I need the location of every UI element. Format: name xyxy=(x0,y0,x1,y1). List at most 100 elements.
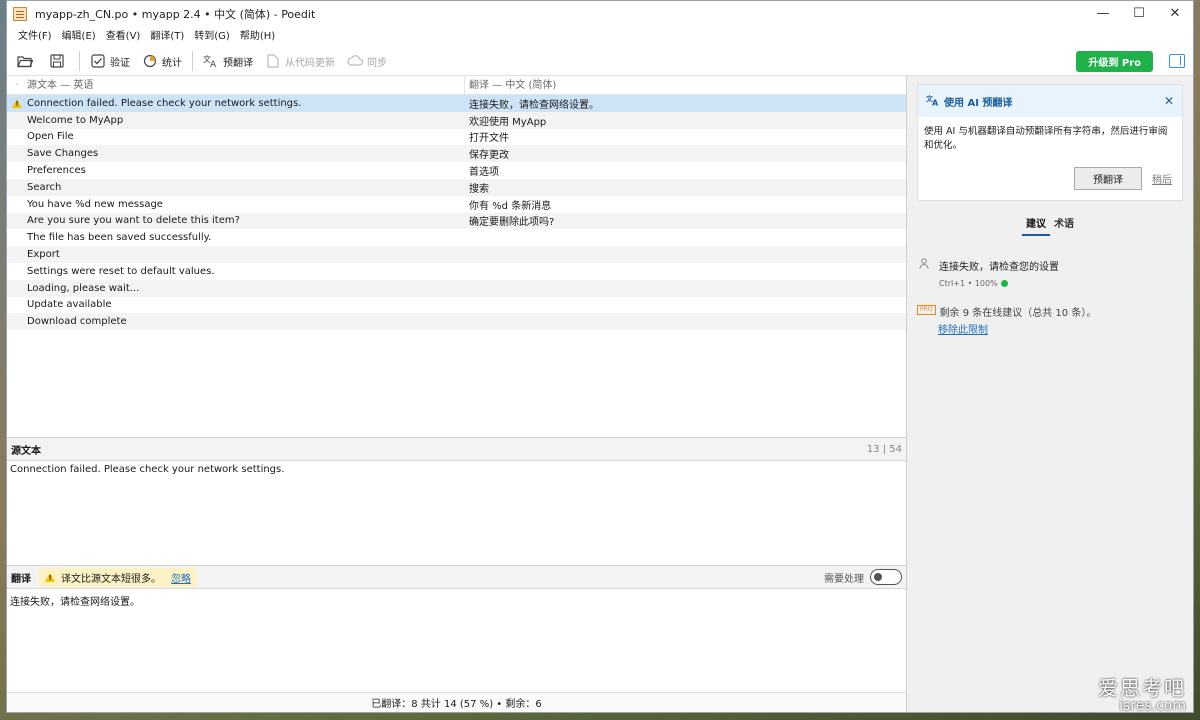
menu-edit[interactable]: 编辑(E) xyxy=(57,26,101,47)
source-panel-header: 源文本 13 | 54 xyxy=(7,437,906,461)
toolbar: 验证 统计 文A 预翻译 从代码更新 同步 升级到 Pro xyxy=(7,47,1193,75)
needs-work-label: 需要处理 xyxy=(824,573,864,585)
statistics-button[interactable]: 统计 xyxy=(136,49,188,73)
translate-icon: 文A xyxy=(203,53,219,69)
maximize-button[interactable]: ☐ xyxy=(1121,1,1157,26)
check-circle-icon xyxy=(1000,280,1008,287)
menu-file[interactable]: 文件(F) xyxy=(13,26,57,47)
row-flag xyxy=(7,98,27,108)
save-icon xyxy=(49,53,65,69)
translate-icon: 文A xyxy=(926,94,940,109)
menu-translate[interactable]: 翻译(T) xyxy=(145,26,189,47)
table-row[interactable]: Export xyxy=(7,246,906,263)
ai-card-title: 使用 AI 预翻译 xyxy=(944,97,1013,109)
table-row[interactable]: Preferences 首选项 xyxy=(7,162,906,179)
table-row[interactable]: Open File 打开文件 xyxy=(7,129,906,146)
sync-button[interactable]: 同步 xyxy=(341,49,393,73)
pie-chart-icon xyxy=(142,53,158,69)
row-source-text: Welcome to MyApp xyxy=(27,114,124,126)
validate-button[interactable]: 验证 xyxy=(84,49,136,73)
needs-work-toggle[interactable] xyxy=(870,569,902,585)
flag-column-header[interactable]: · xyxy=(7,80,27,91)
open-button[interactable] xyxy=(11,49,43,73)
check-square-icon xyxy=(90,53,106,69)
watermark: 爱思考吧 isres.com xyxy=(1098,672,1186,714)
row-source-text: Connection failed. Please check your net… xyxy=(27,97,302,109)
table-row[interactable]: The file has been saved successfully. xyxy=(7,229,906,246)
menu-goto[interactable]: 转到(G) xyxy=(189,26,235,47)
translation-input[interactable]: 连接失败，请检查网络设置。 xyxy=(7,589,906,692)
tab-glossary[interactable]: 术语 xyxy=(1050,215,1078,236)
row-source-text: Are you sure you want to delete this ite… xyxy=(27,215,240,227)
pro-limit-notice: PRO 剩余 9 条在线建议（总共 10 条）。 xyxy=(917,304,1183,319)
menu-help[interactable]: 帮助(H) xyxy=(235,26,280,47)
ai-later-link[interactable]: 稍后 xyxy=(1152,171,1172,186)
ai-card-header: 文A 使用 AI 预翻译 ✕ xyxy=(918,85,1182,117)
tab-suggestions[interactable]: 建议 xyxy=(1022,215,1050,236)
row-translation-text: 搜索 xyxy=(469,183,489,195)
watermark-line1: 爱思考吧 xyxy=(1098,676,1186,700)
suggestion-item[interactable]: 连接失败，请检查您的设置 xyxy=(917,258,1183,273)
table-row[interactable]: Welcome to MyApp 欢迎使用 MyApp xyxy=(7,111,906,129)
statistics-label: 统计 xyxy=(162,57,182,69)
table-row[interactable]: Loading, please wait... xyxy=(7,279,906,297)
app-window: myapp-zh_CN.po • myapp 2.4 • 中文 (简体) - P… xyxy=(6,0,1194,713)
ai-pretranslate-button[interactable]: 预翻译 xyxy=(1074,167,1142,190)
ai-card-description: 使用 AI 与机器翻译自动预翻译所有字符串，然后进行审阅和优化。 xyxy=(924,126,1168,151)
close-icon[interactable]: ✕ xyxy=(1164,94,1174,108)
table-row[interactable]: Save Changes 保存更改 xyxy=(7,145,906,163)
row-source-text: Open File xyxy=(27,131,74,143)
upgrade-to-pro-button[interactable]: 升级到 Pro xyxy=(1076,50,1153,72)
table-row[interactable]: Connection failed. Please check your net… xyxy=(7,95,906,112)
row-translation-text: 连接失败，请检查网络设置。 xyxy=(469,99,599,111)
table-row[interactable]: Settings were reset to default values. xyxy=(7,263,906,280)
menu-view[interactable]: 查看(V) xyxy=(101,26,146,47)
list-rows: Connection failed. Please check your net… xyxy=(7,95,906,331)
validate-label: 验证 xyxy=(110,57,130,69)
editor-pane: · 源文本 — 英语 翻译 — 中文 (简体) Connection faile… xyxy=(7,76,907,712)
main-area: · 源文本 — 英语 翻译 — 中文 (简体) Connection faile… xyxy=(7,75,1193,712)
row-source-text: Download complete xyxy=(27,316,127,328)
warning-icon xyxy=(45,572,55,582)
sidebar-tabs: 建议 术语 xyxy=(917,215,1183,236)
source-text: Connection failed. Please check your net… xyxy=(10,464,285,475)
suggestion-text: 连接失败，请检查您的设置 xyxy=(939,262,1059,273)
row-source-text: Export xyxy=(27,249,60,261)
ignore-warning-link[interactable]: 忽略 xyxy=(171,570,191,585)
list-header: · 源文本 — 英语 翻译 — 中文 (简体) xyxy=(7,76,906,95)
ai-card-actions: 预翻译 稍后 xyxy=(918,159,1182,200)
minimize-button[interactable]: — xyxy=(1085,1,1121,26)
sidebar: 文A 使用 AI 预翻译 ✕ 使用 AI 与机器翻译自动预翻译所有字符串，然后进… xyxy=(907,76,1193,712)
source-column-header[interactable]: 源文本 — 英语 xyxy=(27,76,465,94)
pretranslate-button[interactable]: 文A 预翻译 xyxy=(197,49,259,73)
window-title: myapp-zh_CN.po • myapp 2.4 • 中文 (简体) - P… xyxy=(35,7,316,21)
row-source-text: Loading, please wait... xyxy=(27,282,140,294)
table-row[interactable]: Download complete xyxy=(7,313,906,331)
row-source-text: Save Changes xyxy=(27,148,99,160)
translation-column-header[interactable]: 翻译 — 中文 (简体) xyxy=(465,76,556,95)
table-row[interactable]: Update available xyxy=(7,297,906,314)
row-source-text: Preferences xyxy=(27,165,86,177)
translation-panel-title: 翻译 xyxy=(11,573,31,585)
length-warning-text: 译文比源文本短很多。 xyxy=(61,573,161,585)
row-source-text: Search xyxy=(27,181,62,193)
sync-label: 同步 xyxy=(367,57,387,69)
save-button[interactable] xyxy=(43,49,75,73)
pro-badge: PRO xyxy=(917,305,936,315)
table-row[interactable]: You have %d new message 你有 %d 条新消息 xyxy=(7,196,906,213)
close-window-button[interactable]: ✕ xyxy=(1157,1,1193,26)
folder-open-icon xyxy=(17,53,33,69)
table-row[interactable]: Search 搜索 xyxy=(7,178,906,196)
title-bar: myapp-zh_CN.po • myapp 2.4 • 中文 (简体) - P… xyxy=(7,1,1193,26)
table-row[interactable]: Are you sure you want to delete this ite… xyxy=(7,212,906,230)
row-translation-text: 确定要删除此项吗? xyxy=(469,217,555,229)
sidebar-toggle-icon[interactable] xyxy=(1169,54,1185,68)
toolbar-separator xyxy=(79,51,80,71)
update-from-code-button[interactable]: 从代码更新 xyxy=(259,49,341,73)
poedit-app-icon xyxy=(13,6,27,21)
entry-counter: 13 | 54 xyxy=(866,443,902,455)
cloud-sync-icon xyxy=(347,53,363,69)
remove-limit-link[interactable]: 移除此限制 xyxy=(938,321,1183,336)
row-translation-text: 欢迎使用 MyApp xyxy=(469,116,547,128)
svg-text:A: A xyxy=(932,98,939,106)
